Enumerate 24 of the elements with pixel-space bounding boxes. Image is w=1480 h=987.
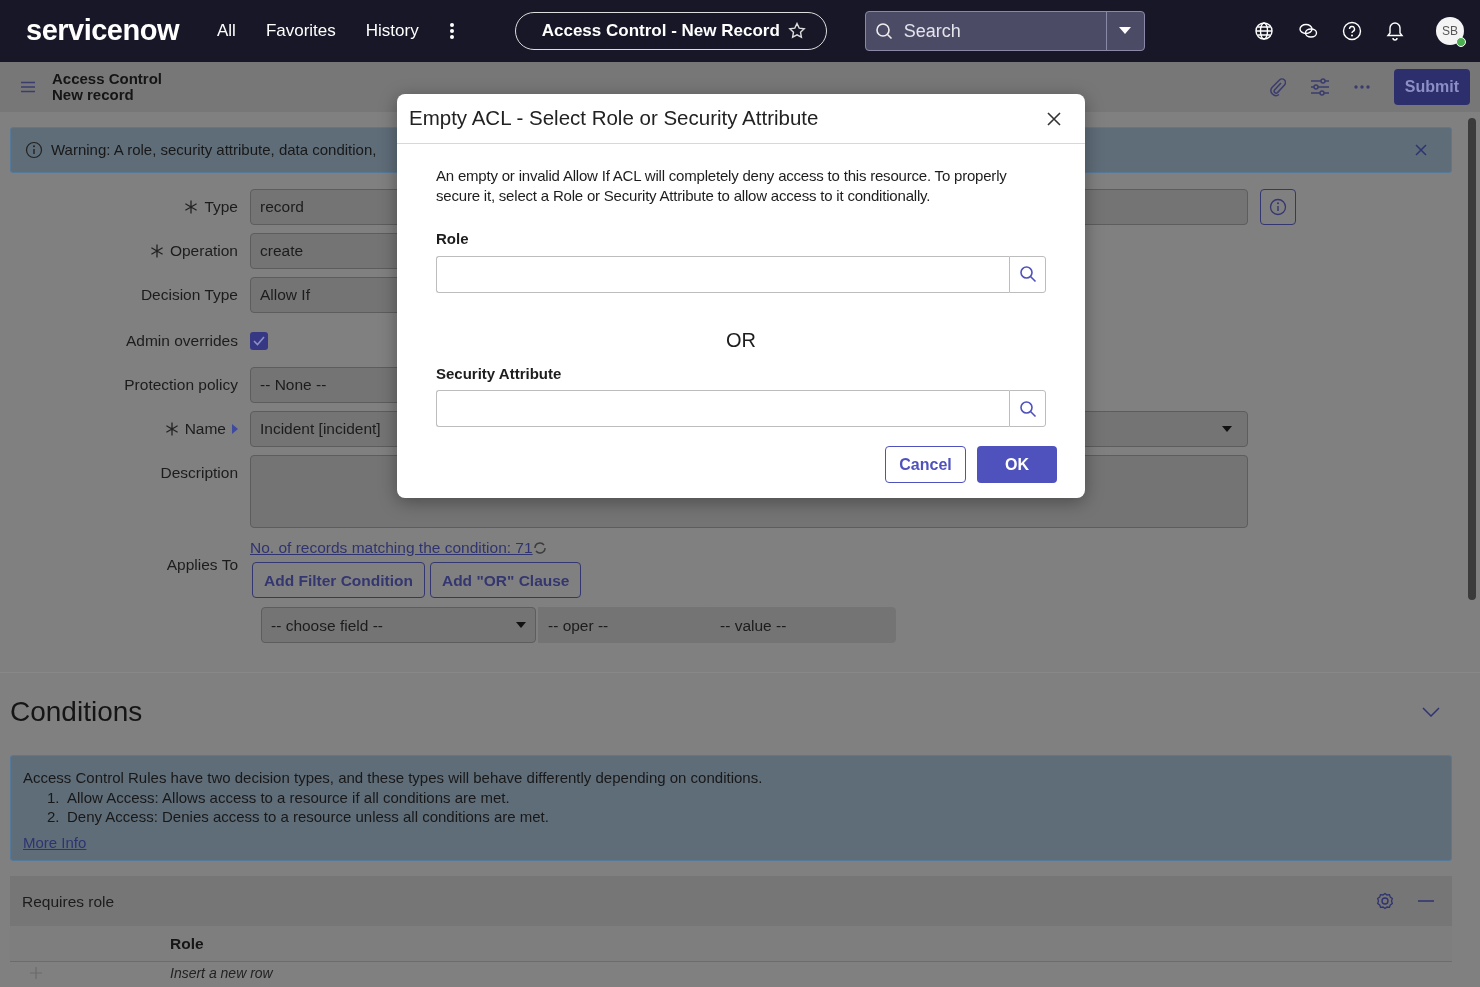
dialog-title: Empty ACL - Select Role or Security Attribute [409, 105, 819, 132]
record-subtitle: New record [52, 87, 135, 103]
dialog-message: An empty or invalid Allow If ACL will completely deny access to this resource. To properly secure it, select a Role or Security Attribute to allow access to it conditionally. [436, 166, 1008, 206]
field-label: Type [204, 197, 238, 218]
field-label: Applies To [166, 555, 238, 575]
list-number: 1. [47, 787, 61, 808]
field-label: Operation [169, 241, 238, 262]
field-label: Admin overrides [126, 331, 238, 352]
list-number: 2. [47, 807, 61, 827]
record-title: Access Control [52, 71, 163, 87]
field-label: Role [436, 229, 470, 249]
field-label: Description [160, 463, 238, 483]
warning-text: Warning: A role, security attribute, data condition, [51, 139, 377, 160]
info-text: Access Control Rules have two decision types, and these types will behave differently depending on conditions. [23, 768, 764, 788]
field-label: Security Attribute [436, 363, 563, 384]
info-list-item: Allow Access: Allows access to a resource if all conditions are met. [67, 787, 510, 808]
field-label: Protection policy [124, 375, 238, 396]
section-title: Conditions [10, 695, 143, 730]
separator-text: OR [725, 327, 757, 353]
panel-title: Requires role [22, 891, 115, 912]
field-label: Decision Type [140, 285, 238, 306]
column-header: Role [170, 934, 204, 955]
info-list-item: Deny Access: Denies access to a resource unless all conditions are met. [67, 807, 549, 827]
field-label: Name [184, 419, 226, 440]
